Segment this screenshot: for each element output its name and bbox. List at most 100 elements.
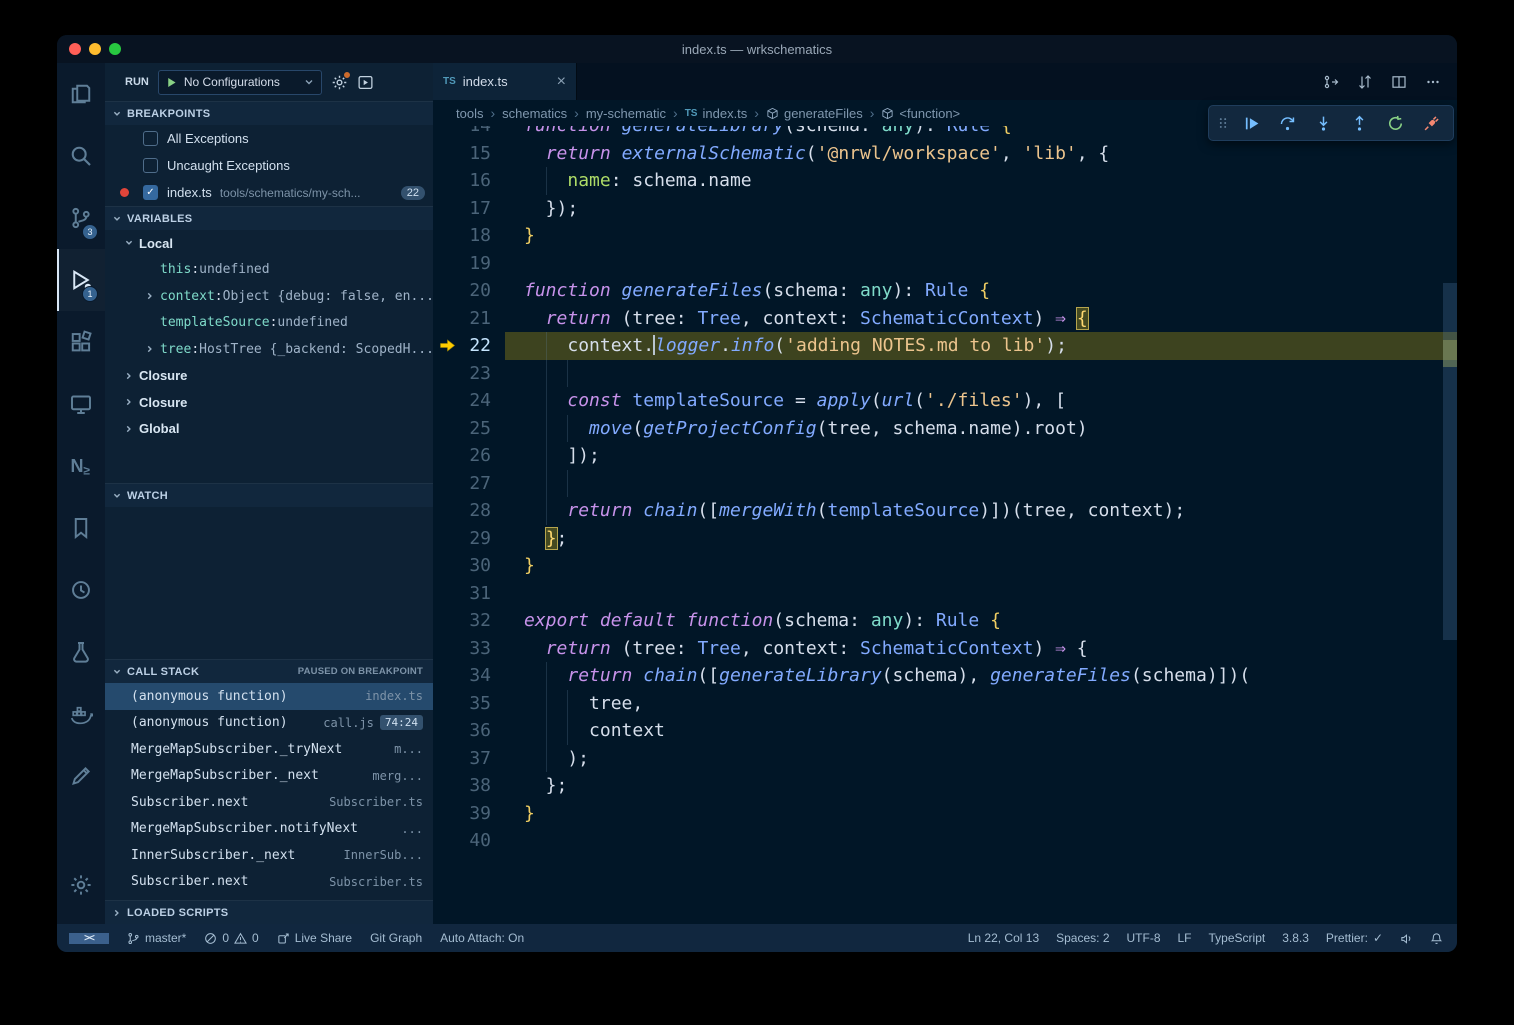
close-icon[interactable]: × [557, 74, 566, 90]
activity-item-search[interactable] [57, 125, 105, 187]
step-out-button[interactable] [1342, 108, 1376, 138]
line-number[interactable]: 35 [433, 690, 491, 718]
call-stack-frame[interactable]: (anonymous function)call.js74:24 [105, 710, 433, 737]
code-line[interactable]: 18} [433, 222, 1457, 250]
activity-item-explorer[interactable] [57, 63, 105, 125]
close-button[interactable] [69, 43, 81, 55]
code-line[interactable]: 25 move(getProjectConfig(tree, schema.na… [433, 415, 1457, 443]
launch-config-dropdown[interactable]: No Configurations [158, 70, 322, 95]
line-number[interactable]: 38 [433, 772, 491, 800]
code-line[interactable]: 37 ); [433, 745, 1457, 773]
line-number[interactable]: 26 [433, 442, 491, 470]
activity-item-source-control[interactable]: 3 [57, 187, 105, 249]
activity-item-history[interactable] [57, 559, 105, 621]
status-eol[interactable]: LF [1178, 931, 1192, 945]
status-bell[interactable] [1430, 932, 1443, 945]
breadcrumb-item[interactable]: TSindex.ts [685, 106, 748, 121]
call-stack-frame[interactable]: InnerSubscriber._nextInnerSub... [105, 842, 433, 869]
code-line[interactable]: 24 const templateSource = apply(url('./f… [433, 387, 1457, 415]
variable-row[interactable]: tree: HostTree {_backend: ScopedH... [105, 336, 433, 363]
breadcrumb-item[interactable]: <function> [881, 106, 960, 121]
status-git-graph[interactable]: Git Graph [370, 931, 422, 945]
line-number[interactable]: 16 [433, 167, 491, 195]
disconnect-button[interactable] [1414, 108, 1448, 138]
activity-item-remote-explorer[interactable] [57, 373, 105, 435]
line-number[interactable]: 30 [433, 552, 491, 580]
line-number[interactable]: 40 [433, 827, 491, 855]
drag-grip-icon[interactable] [1214, 115, 1232, 131]
status-live-share[interactable]: Live Share [277, 931, 352, 945]
code-line[interactable]: 15 return externalSchematic('@nrwl/works… [433, 140, 1457, 168]
scope-row[interactable]: Closure [105, 389, 433, 416]
restart-button[interactable] [1378, 108, 1412, 138]
code-line[interactable]: 22 context.logger.info('adding NOTES.md … [433, 332, 1457, 360]
code-line[interactable]: 35 tree, [433, 690, 1457, 718]
code-line[interactable]: 23 [433, 360, 1457, 388]
breadcrumb-item[interactable]: tools [456, 106, 483, 121]
line-number[interactable]: 18 [433, 222, 491, 250]
code-line[interactable]: 29 }; [433, 525, 1457, 553]
activity-item-extensions[interactable] [57, 311, 105, 373]
call-stack-frame[interactable]: MergeMapSubscriber._tryNextm... [105, 736, 433, 763]
status-ts-version[interactable]: 3.8.3 [1282, 931, 1309, 945]
remote-indicator[interactable]: >< [69, 933, 109, 944]
line-number[interactable]: 29 [433, 525, 491, 553]
activity-item-pen[interactable] [57, 745, 105, 807]
line-number[interactable]: 20 [433, 277, 491, 305]
code-line[interactable]: 27 [433, 470, 1457, 498]
line-number[interactable]: 28 [433, 497, 491, 525]
line-number[interactable]: 34 [433, 662, 491, 690]
line-number[interactable]: 27 [433, 470, 491, 498]
code-line[interactable]: 26 ]); [433, 442, 1457, 470]
more-actions-button[interactable] [1425, 74, 1441, 90]
status-language[interactable]: TypeScript [1209, 931, 1266, 945]
breakpoint-row[interactable]: Uncaught Exceptions [105, 152, 433, 179]
activity-item-test-explorer[interactable] [57, 621, 105, 683]
variable-row[interactable]: this: undefined [105, 257, 433, 284]
status-feedback[interactable] [1400, 932, 1413, 945]
breadcrumb-item[interactable]: schematics [502, 106, 567, 121]
code-line[interactable]: 34 return chain([generateLibrary(schema)… [433, 662, 1457, 690]
code-line[interactable]: 19 [433, 250, 1457, 278]
step-into-button[interactable] [1306, 108, 1340, 138]
loaded-scripts-header[interactable]: LOADED SCRIPTS [105, 900, 433, 924]
status-indentation[interactable]: Spaces: 2 [1056, 931, 1109, 945]
code-line[interactable]: 17 }); [433, 195, 1457, 223]
code-line[interactable]: 20function generateFiles(schema: any): R… [433, 277, 1457, 305]
line-number[interactable]: 33 [433, 635, 491, 663]
continue-button[interactable] [1234, 108, 1268, 138]
compare-changes-button[interactable] [1357, 74, 1373, 90]
line-number[interactable]: 32 [433, 607, 491, 635]
status-auto-attach[interactable]: Auto Attach: On [440, 931, 524, 945]
activity-item-docker[interactable] [57, 683, 105, 745]
open-changes-button[interactable] [1323, 74, 1339, 90]
breakpoints-header[interactable]: BREAKPOINTS [105, 101, 433, 125]
activity-item-run-debug[interactable]: 1 [57, 249, 105, 311]
code-line[interactable]: 32export default function(schema: any): … [433, 607, 1457, 635]
variable-row[interactable]: templateSource: undefined [105, 310, 433, 337]
tab-index-ts[interactable]: TS index.ts × [433, 63, 577, 100]
activity-item-settings[interactable] [57, 854, 105, 916]
breadcrumb-item[interactable]: generateFiles [766, 106, 863, 121]
code-line[interactable]: 28 return chain([mergeWith(templateSourc… [433, 497, 1457, 525]
checkbox[interactable]: ✓ [143, 185, 158, 200]
line-number[interactable]: 14 [433, 126, 491, 140]
split-editor-button[interactable] [1391, 74, 1407, 90]
status-prettier[interactable]: Prettier:✓ [1326, 931, 1383, 945]
watch-header[interactable]: WATCH [105, 483, 433, 507]
call-stack-frame[interactable]: MergeMapSubscriber.notifyNext... [105, 816, 433, 843]
checkbox[interactable] [143, 131, 158, 146]
scope-row[interactable]: Local [105, 230, 433, 257]
activity-item-bookmarks[interactable] [57, 497, 105, 559]
code-line[interactable]: 31 [433, 580, 1457, 608]
breadcrumb-item[interactable]: my-schematic [586, 106, 666, 121]
scope-row[interactable]: Global [105, 416, 433, 443]
status-encoding[interactable]: UTF-8 [1127, 931, 1161, 945]
line-number[interactable]: 37 [433, 745, 491, 773]
line-number[interactable]: 36 [433, 717, 491, 745]
zoom-button[interactable] [109, 43, 121, 55]
status-branch[interactable]: master* [127, 931, 186, 945]
code-line[interactable]: 33 return (tree: Tree, context: Schemati… [433, 635, 1457, 663]
scope-row[interactable]: Closure [105, 363, 433, 390]
line-number[interactable]: 25 [433, 415, 491, 443]
